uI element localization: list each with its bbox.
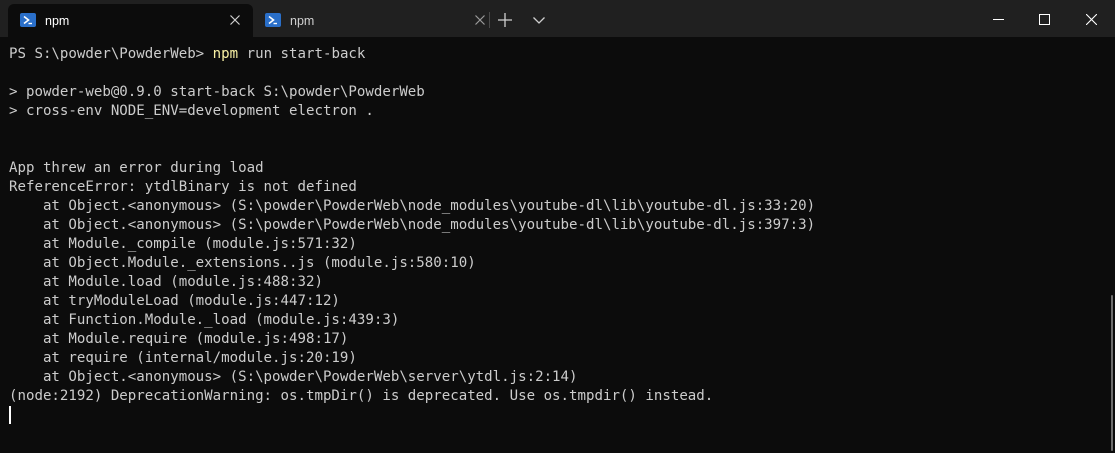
output-line xyxy=(9,121,815,140)
powershell-icon xyxy=(20,13,36,27)
output-line: at Module._compile (module.js:571:32) xyxy=(9,236,357,252)
powershell-icon xyxy=(265,13,281,27)
output-line xyxy=(9,140,815,159)
output-line: at Object.<anonymous> (S:\powder\PowderW… xyxy=(9,369,578,385)
output-line: at require (internal/module.js:20:19) xyxy=(9,350,357,366)
output-line: at Function.Module._load (module.js:439:… xyxy=(9,312,400,328)
maximize-icon[interactable] xyxy=(1021,4,1067,34)
output-line: at Module.load (module.js:488:32) xyxy=(9,274,323,290)
prompt-text: PS S:\powder\PowderWeb> xyxy=(9,46,213,62)
output-line: ReferenceError: ytdlBinary is not define… xyxy=(9,179,357,195)
close-icon[interactable] xyxy=(227,12,243,28)
tab-npm-2[interactable]: npm xyxy=(253,4,498,37)
close-icon[interactable] xyxy=(472,12,488,28)
output-line: App threw an error during load xyxy=(9,160,264,176)
text-cursor xyxy=(9,406,11,424)
output-line: at Object.<anonymous> (S:\powder\PowderW… xyxy=(9,217,816,233)
tab-title: npm xyxy=(45,14,70,28)
tab-npm-1[interactable]: npm xyxy=(8,4,253,37)
output-line: > powder-web@0.9.0 start-back S:\powder\… xyxy=(9,84,425,100)
chevron-down-icon[interactable] xyxy=(529,10,549,30)
terminal-window: npm npm PS S:\powder\PowderWeb> npm run … xyxy=(0,0,1115,453)
output-line: at Object.<anonymous> (S:\powder\PowderW… xyxy=(9,198,816,214)
tab-bar: npm npm xyxy=(0,0,1115,37)
command-args: run start-back xyxy=(238,46,366,62)
scrollbar[interactable] xyxy=(1111,295,1113,451)
output-line: at tryModuleLoad (module.js:447:12) xyxy=(9,293,340,309)
terminal-lines: PS S:\powder\PowderWeb> npm run start-ba… xyxy=(9,45,815,406)
output-line: at Module.require (module.js:498:17) xyxy=(9,331,349,347)
output-line: (node:2192) DeprecationWarning: os.tmpDi… xyxy=(9,388,714,404)
tab-divider xyxy=(489,12,490,28)
plus-icon[interactable] xyxy=(495,10,515,30)
terminal-output[interactable]: PS S:\powder\PowderWeb> npm run start-ba… xyxy=(0,37,1115,453)
command-name: npm xyxy=(212,46,239,62)
output-line xyxy=(9,64,815,83)
close-icon[interactable] xyxy=(1068,4,1114,34)
minimize-icon[interactable] xyxy=(975,4,1021,34)
prompt-line: PS S:\powder\PowderWeb> npm run start-ba… xyxy=(9,45,815,64)
tab-title: npm xyxy=(290,14,315,28)
output-line: > cross-env NODE_ENV=development electro… xyxy=(9,103,374,119)
output-line: at Object.Module._extensions..js (module… xyxy=(9,255,476,271)
